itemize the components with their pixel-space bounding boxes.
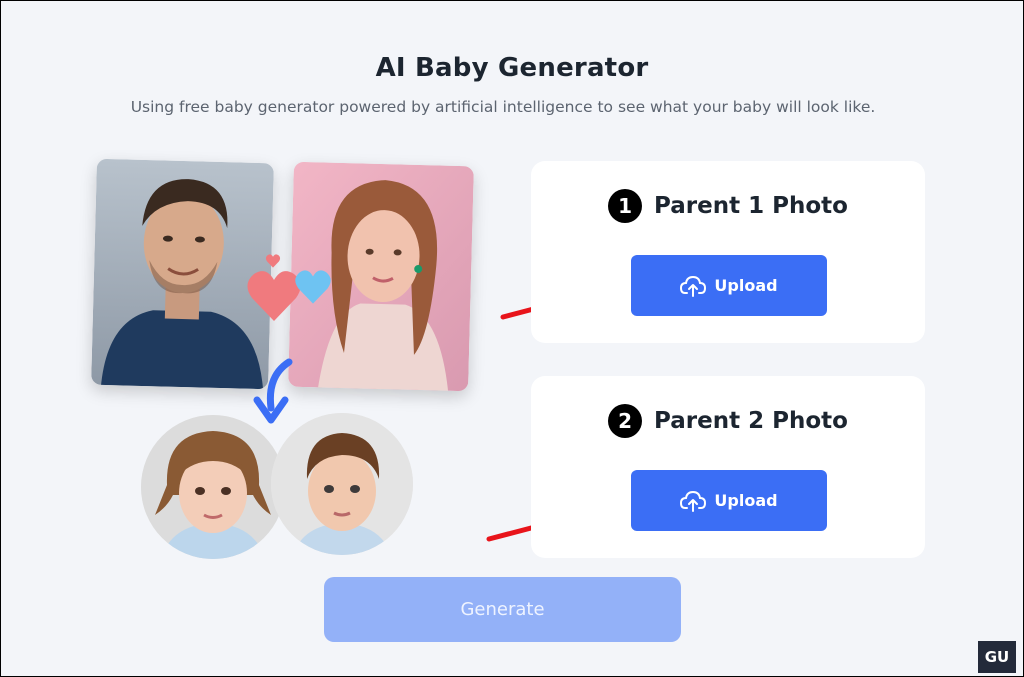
generate-button[interactable]: Generate: [324, 577, 681, 642]
parent2-card: 2 Parent 2 Photo Upload: [531, 376, 925, 558]
parent2-header: 2 Parent 2 Photo: [531, 404, 925, 438]
page-title: AI Baby Generator: [375, 53, 649, 83]
parent1-title: Parent 1 Photo: [654, 193, 848, 219]
curved-arrow-down-icon: [253, 358, 293, 424]
parent1-step-badge: 1: [608, 189, 643, 223]
cloud-upload-icon: [680, 275, 707, 297]
parent2-upload-button[interactable]: Upload: [631, 470, 827, 531]
parent2-step-badge: 2: [608, 404, 643, 438]
heart-icon: [295, 270, 331, 304]
parent2-upload-label: Upload: [714, 491, 778, 510]
page-subtitle: Using free baby generator powered by art…: [130, 98, 876, 116]
illustration-child-boy: [271, 413, 413, 555]
watermark-logo: GU: [978, 641, 1016, 673]
parent1-upload-label: Upload: [714, 276, 778, 295]
parent2-title: Parent 2 Photo: [654, 408, 848, 434]
parent1-card: 1 Parent 1 Photo Upload: [531, 161, 925, 343]
parent1-upload-button[interactable]: Upload: [631, 255, 827, 316]
illustration-child-girl: [141, 415, 285, 559]
page-frame: AI Baby Generator Using free baby genera…: [1, 1, 1023, 676]
heart-icon: [265, 254, 281, 268]
cloud-upload-icon: [680, 490, 707, 512]
parent1-header: 1 Parent 1 Photo: [531, 189, 925, 223]
